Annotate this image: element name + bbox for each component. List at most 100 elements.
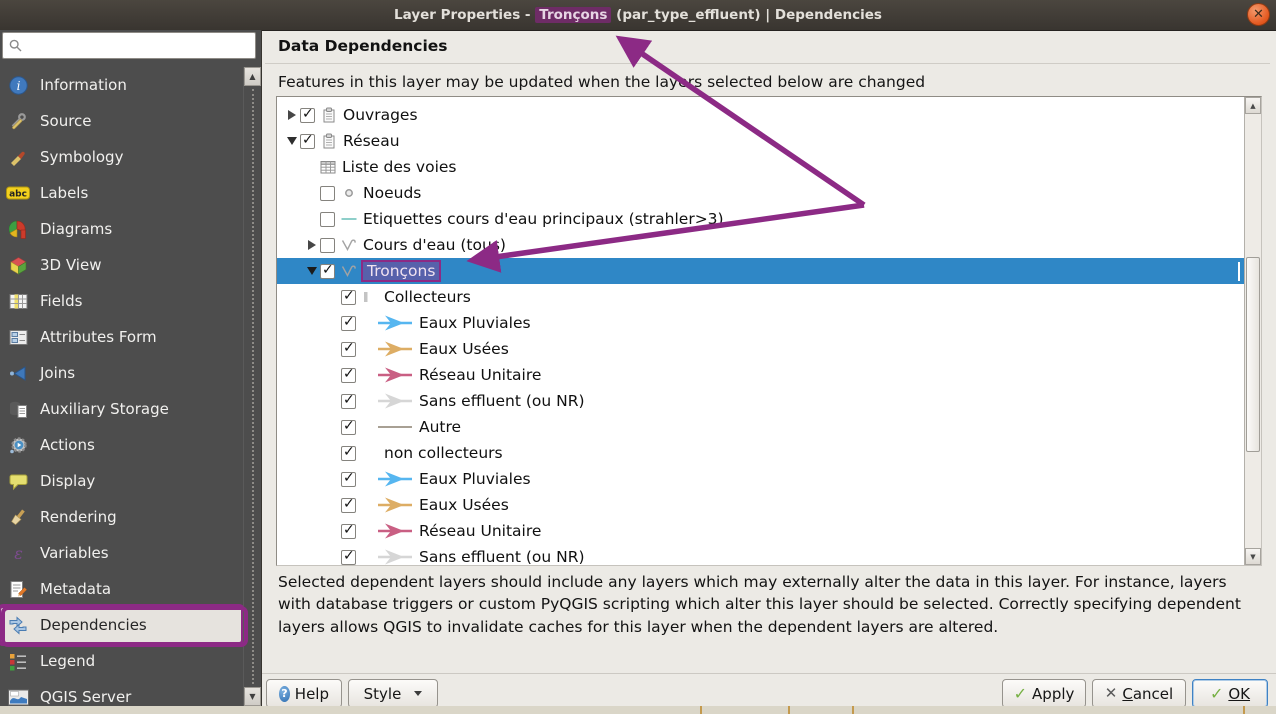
chevron-expanded-icon[interactable]	[303, 267, 320, 275]
tree-row-label: Réseau	[343, 132, 400, 150]
tree-row-collecteurs[interactable]: Collecteurs	[277, 284, 1244, 310]
layer-checkbox[interactable]	[341, 392, 356, 409]
arrow-symbol-gray-icon	[377, 548, 413, 565]
svg-text:abc: abc	[9, 190, 27, 200]
layer-checkbox[interactable]	[320, 237, 335, 253]
qgis-server-icon	[6, 689, 30, 706]
layer-checkbox[interactable]	[341, 522, 356, 539]
sidebar-item-label: Dependencies	[40, 616, 147, 634]
sidebar-item-list: i Information Source Symbology abc Labels Diag…	[0, 67, 244, 706]
tree-row-r-seau-unitaire[interactable]: Réseau Unitaire	[277, 518, 1244, 544]
cancel-button[interactable]: ✕ Cancel	[1092, 679, 1186, 708]
layer-checkbox[interactable]	[341, 470, 356, 487]
tree-row-eaux-pluviales[interactable]: Eaux Pluviales	[277, 310, 1244, 336]
layer-checkbox[interactable]	[320, 262, 335, 279]
tree-row-non-collecteurs[interactable]: non collecteurs	[277, 440, 1244, 466]
sidebar-item-3d-view[interactable]: 3D View	[0, 247, 244, 283]
window-title: Layer Properties - Tronçons (par_type_ef…	[394, 7, 882, 23]
layer-checkbox[interactable]	[341, 314, 356, 331]
tree-row-etiquettes-cours-d-eau-principaux-strahler-3[interactable]: Etiquettes cours d'eau principaux (strah…	[277, 206, 1244, 232]
sidebar-item-variables[interactable]: ε Variables	[0, 535, 244, 571]
layer-checkbox[interactable]	[341, 496, 356, 513]
tree-row-r-seau-unitaire[interactable]: Réseau Unitaire	[277, 362, 1244, 388]
layer-checkbox[interactable]	[320, 211, 335, 227]
layer-checkbox[interactable]	[341, 340, 356, 357]
sidebar-item-qgis-server[interactable]: QGIS Server	[0, 679, 244, 706]
arrow-symbol-tan-icon	[377, 340, 413, 358]
search-input[interactable]	[26, 37, 255, 54]
tree-row-label: Ouvrages	[343, 106, 418, 124]
sidebar-item-legend[interactable]: Legend	[0, 643, 244, 679]
chevron-down-icon	[414, 691, 423, 696]
chevron-collapsed-icon[interactable]	[283, 110, 300, 120]
sidebar-item-labels[interactable]: abc Labels	[0, 175, 244, 211]
sidebar-scrollbar[interactable]: ▲ ▼	[243, 67, 261, 706]
tree-row-sans-effluent-ou-nr[interactable]: Sans effluent (ou NR)	[277, 544, 1244, 566]
layer-checkbox[interactable]	[341, 288, 356, 305]
tree-row-label: Tronçons	[363, 262, 440, 280]
symbology-icon	[6, 148, 30, 167]
search-icon	[9, 39, 22, 52]
variables-icon: ε	[6, 544, 30, 563]
layer-checkbox[interactable]	[341, 548, 356, 565]
sidebar-item-fields[interactable]: Fields	[0, 283, 244, 319]
sidebar-item-source[interactable]: Source	[0, 103, 244, 139]
tree-row-noeuds[interactable]: Noeuds	[277, 180, 1244, 206]
tree-row-label: Réseau Unitaire	[419, 522, 542, 540]
chevron-expanded-icon[interactable]	[283, 137, 300, 145]
close-icon[interactable]: ✕	[1247, 3, 1270, 26]
sidebar-item-joins[interactable]: Joins	[0, 355, 244, 391]
diagrams-icon	[6, 220, 30, 239]
layer-checkbox[interactable]	[341, 444, 356, 461]
sidebar-item-symbology[interactable]: Symbology	[0, 139, 244, 175]
scroll-up-icon[interactable]: ▲	[1245, 97, 1261, 114]
tree-row-label: Sans effluent (ou NR)	[419, 548, 585, 566]
tree-row-autre[interactable]: Autre	[277, 414, 1244, 440]
sidebar-item-auxiliary-storage[interactable]: Auxiliary Storage	[0, 391, 244, 427]
sidebar-item-display[interactable]: Display	[0, 463, 244, 499]
tree-row-eaux-us-es[interactable]: Eaux Usées	[277, 336, 1244, 362]
polyline-layer-icon	[341, 263, 357, 279]
layer-checkbox[interactable]	[320, 185, 335, 201]
sidebar-item-actions[interactable]: Actions	[0, 427, 244, 463]
tree-row-label: Réseau Unitaire	[419, 366, 542, 384]
tree-row-tron-ons[interactable]: Tronçons	[277, 258, 1244, 284]
auxiliary-storage-icon	[6, 400, 30, 419]
tree-row-liste-des-voies[interactable]: Liste des voies	[277, 154, 1244, 180]
tree-row-cours-d-eau-tous[interactable]: Cours d'eau (tous)	[277, 232, 1244, 258]
table-layer-icon	[320, 159, 336, 175]
sidebar-search	[2, 32, 256, 59]
help-button[interactable]: ? Help	[266, 679, 342, 708]
apply-button[interactable]: ✓ Apply	[1002, 679, 1086, 708]
style-button[interactable]: Style	[348, 679, 438, 708]
layer-checkbox[interactable]	[300, 132, 315, 149]
tree-row-sans-effluent-ou-nr[interactable]: Sans effluent (ou NR)	[277, 388, 1244, 414]
tree-scrollbar[interactable]: ▲ ▼	[1244, 97, 1261, 565]
scroll-down-icon[interactable]: ▼	[244, 687, 261, 706]
sidebar-item-label: Rendering	[40, 508, 117, 526]
sidebar-item-metadata[interactable]: Metadata	[0, 571, 244, 607]
layer-checkbox[interactable]	[341, 418, 356, 435]
sidebar-item-information[interactable]: i Information	[0, 67, 244, 103]
tree-row-r-seau[interactable]: Réseau	[277, 128, 1244, 154]
scroll-down-icon[interactable]: ▼	[1245, 548, 1261, 565]
point-layer-icon	[341, 185, 357, 201]
sidebar-item-dependencies[interactable]: Dependencies	[0, 604, 244, 646]
tree-row-ouvrages[interactable]: Ouvrages	[277, 102, 1244, 128]
sidebar-item-rendering[interactable]: Rendering	[0, 499, 244, 535]
chevron-collapsed-icon[interactable]	[303, 240, 320, 250]
sidebar-item-attributes-form[interactable]: Attributes Form	[0, 319, 244, 355]
sidebar-item-diagrams[interactable]: Diagrams	[0, 211, 244, 247]
check-icon: ✓	[1209, 683, 1224, 703]
layer-checkbox[interactable]	[341, 366, 356, 383]
tree-row-eaux-us-es[interactable]: Eaux Usées	[277, 492, 1244, 518]
display-icon	[6, 472, 30, 491]
actions-icon	[6, 436, 30, 455]
scrollbar-thumb[interactable]	[1246, 257, 1260, 452]
arrow-symbol-pink-icon	[377, 522, 413, 540]
layer-checkbox[interactable]	[300, 106, 315, 123]
tree-row-eaux-pluviales[interactable]: Eaux Pluviales	[277, 466, 1244, 492]
scroll-up-icon[interactable]: ▲	[244, 67, 261, 86]
sidebar-item-label: Auxiliary Storage	[40, 400, 169, 418]
ok-button[interactable]: ✓ OK	[1192, 679, 1268, 708]
